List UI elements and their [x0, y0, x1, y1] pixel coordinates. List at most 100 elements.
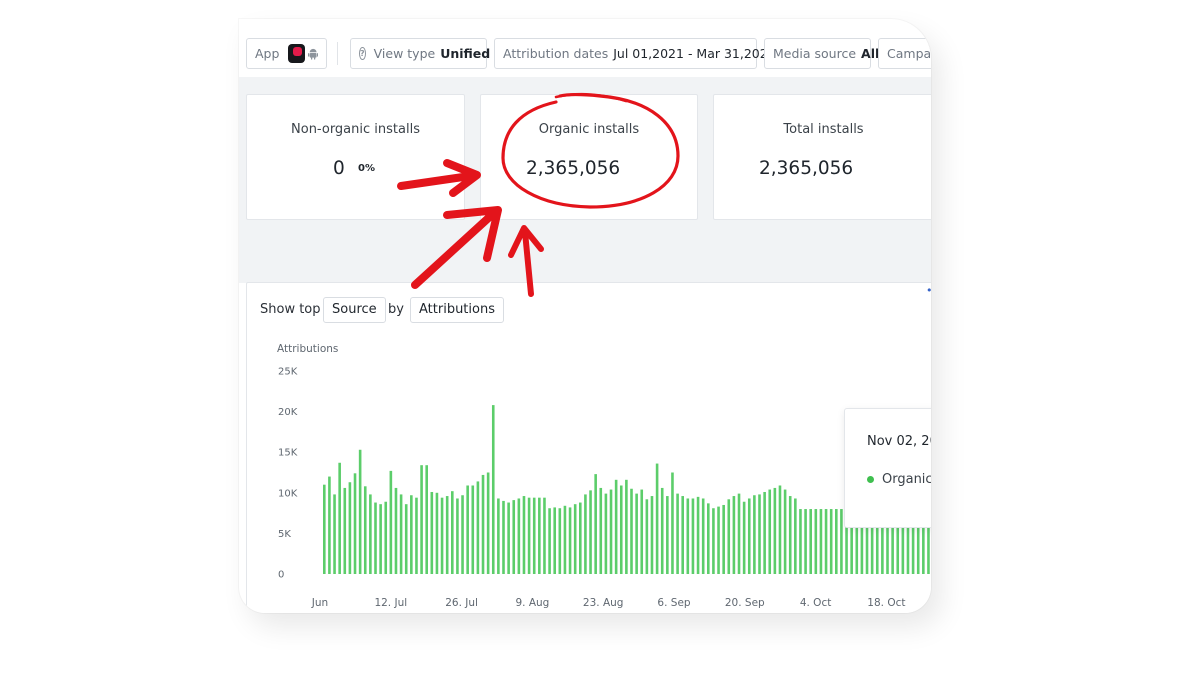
chart-bar[interactable] — [763, 491, 766, 574]
chart-bar[interactable] — [451, 491, 454, 574]
chart-bar[interactable] — [476, 481, 480, 574]
chart-bar[interactable] — [543, 497, 546, 574]
chart-bar[interactable] — [507, 502, 510, 574]
chart-bar[interactable] — [666, 496, 669, 574]
chart-bar[interactable] — [363, 486, 367, 574]
chart-bar[interactable] — [753, 495, 756, 574]
chart-bar[interactable] — [630, 488, 633, 574]
chart-bar[interactable] — [466, 485, 469, 574]
help-icon[interactable]: ? — [359, 47, 366, 60]
chart-bar[interactable] — [389, 470, 393, 574]
chart-bar[interactable] — [840, 509, 843, 574]
chart-bar[interactable] — [732, 496, 736, 574]
chart-bar[interactable] — [532, 497, 536, 574]
chart-bar[interactable] — [394, 487, 398, 574]
chart-bar[interactable] — [778, 485, 782, 574]
chart-bar[interactable] — [742, 501, 746, 574]
chart-bar[interactable] — [773, 487, 777, 574]
chart-bar[interactable] — [794, 498, 797, 574]
chart-bar[interactable] — [819, 509, 823, 574]
view-type-filter[interactable]: ? View type Unified — [350, 38, 490, 69]
chart-bar[interactable] — [696, 496, 700, 574]
chart-bar[interactable] — [737, 493, 741, 574]
chart-bar[interactable] — [619, 485, 623, 574]
chart-bar[interactable] — [517, 498, 521, 574]
total-installs-card[interactable]: Total installs 2,365,056 — [713, 94, 931, 220]
chart-bar[interactable] — [701, 498, 705, 574]
chart-bar[interactable] — [609, 489, 613, 574]
chart-bar[interactable] — [323, 484, 326, 574]
chart-bar[interactable] — [491, 405, 495, 574]
chart-bar[interactable] — [461, 495, 464, 574]
chart-bar[interactable] — [420, 465, 423, 574]
chart-bar[interactable] — [328, 476, 331, 574]
chart-bar[interactable] — [497, 498, 500, 574]
chart-bar[interactable] — [650, 496, 654, 574]
chart-bar[interactable] — [573, 504, 577, 574]
non-organic-installs-card[interactable]: Non-organic installs 0 0% — [246, 94, 465, 220]
chart-bar[interactable] — [584, 494, 587, 574]
chart-bar[interactable] — [563, 505, 567, 574]
chart-bar[interactable] — [522, 496, 526, 574]
chart-bar[interactable] — [399, 494, 403, 574]
chart-bar[interactable] — [712, 508, 715, 574]
chart-bar[interactable] — [481, 474, 485, 574]
app-filter[interactable]: App — [246, 38, 327, 69]
chart-bar[interactable] — [829, 509, 833, 574]
chart-bar[interactable] — [512, 500, 516, 574]
chart-bar[interactable] — [747, 498, 751, 574]
chart-bar[interactable] — [809, 509, 812, 574]
chart-bar[interactable] — [440, 497, 444, 574]
chart-bar[interactable] — [358, 449, 362, 574]
chart-bar[interactable] — [824, 509, 828, 574]
chart-bar[interactable] — [404, 504, 408, 574]
chart-bar[interactable] — [783, 489, 787, 574]
chart-bar[interactable] — [614, 479, 618, 574]
chart-bar[interactable] — [369, 494, 372, 574]
chart-bar[interactable] — [348, 482, 352, 574]
chart-bar[interactable] — [604, 493, 608, 574]
chart-bar[interactable] — [686, 498, 690, 574]
chart-bar[interactable] — [527, 497, 531, 574]
chart-bar[interactable] — [456, 498, 459, 574]
chart-bar[interactable] — [671, 472, 674, 575]
chart-bar[interactable] — [538, 497, 541, 574]
attribution-dates-filter[interactable]: Attribution dates Jul 01,2021 - Mar 31,2… — [494, 38, 776, 69]
chart-bar[interactable] — [681, 496, 684, 574]
media-source-filter[interactable]: Media source All — [764, 38, 879, 69]
chart-bar[interactable] — [717, 506, 720, 574]
organic-installs-card[interactable]: Organic installs 2,365,056 — [480, 94, 698, 220]
chart-bar[interactable] — [579, 502, 582, 574]
chart-bar[interactable] — [471, 485, 475, 574]
chart-bar[interactable] — [445, 496, 449, 574]
chart-bar[interactable] — [645, 499, 649, 574]
campaign-filter[interactable]: Campaig — [878, 38, 931, 69]
chart-bar[interactable] — [379, 504, 382, 574]
chart-bar[interactable] — [655, 463, 659, 574]
chart-bar[interactable] — [343, 487, 347, 574]
chart-bar[interactable] — [502, 500, 505, 574]
chart-bar[interactable] — [353, 473, 357, 574]
chart-bar[interactable] — [788, 496, 792, 574]
chart-bar[interactable] — [835, 509, 838, 574]
chart-bar[interactable] — [691, 498, 695, 574]
chart-bar[interactable] — [660, 487, 664, 574]
chart-bar[interactable] — [625, 479, 628, 574]
chart-bar[interactable] — [722, 504, 725, 574]
chart-bar[interactable] — [768, 489, 772, 574]
chart-bar[interactable] — [727, 499, 731, 574]
chart-bar[interactable] — [486, 472, 490, 575]
chart-bar[interactable] — [635, 493, 638, 574]
chart-bar[interactable] — [415, 497, 418, 574]
chart-bar[interactable] — [374, 502, 377, 574]
chart-bar[interactable] — [804, 509, 807, 574]
chart-bar[interactable] — [799, 509, 802, 574]
chart-bar[interactable] — [758, 494, 761, 574]
chart-bar[interactable] — [640, 489, 644, 574]
chart-bar[interactable] — [553, 507, 556, 574]
chart-bar[interactable] — [707, 503, 710, 574]
chart-bar[interactable] — [338, 462, 341, 574]
chart-bar[interactable] — [430, 491, 434, 574]
chart-bar[interactable] — [435, 492, 439, 574]
chart-bar[interactable] — [333, 494, 336, 574]
